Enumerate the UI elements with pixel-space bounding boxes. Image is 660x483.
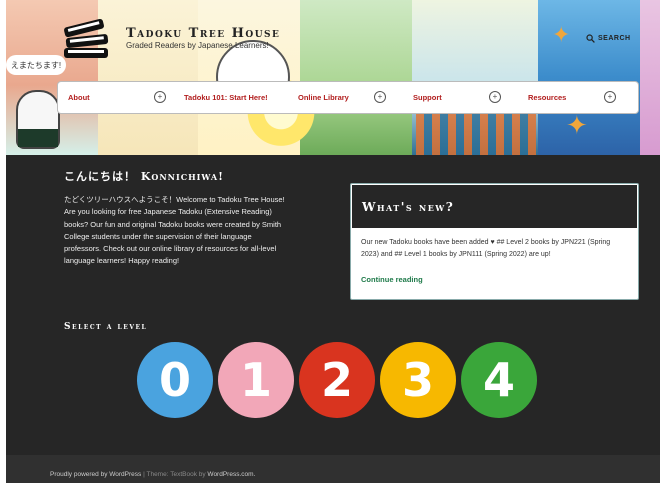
theme-credit: Theme: TextBook by: [146, 471, 208, 478]
intro-heading: こんにちは！ Konnichiwa!: [64, 170, 224, 183]
whats-new-title: What's new?: [362, 199, 455, 214]
level-1-button[interactable]: 1: [218, 342, 294, 418]
footer-credits: Proudly powered by WordPress | Theme: Te…: [50, 471, 256, 478]
powered-by-link[interactable]: Proudly powered by WordPress: [50, 471, 141, 478]
speech-bubble: えまたちます!: [6, 55, 66, 75]
wordpress-link[interactable]: WordPress.com: [207, 471, 253, 478]
level-0-button[interactable]: 0: [137, 342, 213, 418]
plus-icon[interactable]: +: [604, 91, 616, 103]
nav-item-support[interactable]: Support +: [403, 82, 518, 113]
search-label: SEARCH: [598, 35, 631, 42]
books-logo-icon[interactable]: [58, 14, 114, 64]
nav-item-about[interactable]: About +: [58, 82, 174, 113]
nav-item-resources[interactable]: Resources +: [518, 82, 636, 113]
level-4-button[interactable]: 4: [461, 342, 537, 418]
nav-item-tadoku-101[interactable]: Tadoku 101: Start Here!: [174, 82, 288, 113]
site-tagline: Graded Readers by Japanese Learners!: [126, 41, 269, 50]
header-banner: ✦ ✦ えまたちます! Tadoku Tree House Graded Rea…: [6, 0, 660, 155]
plus-icon[interactable]: +: [154, 91, 166, 103]
footer: [6, 455, 660, 483]
fish-icon: ✦: [552, 22, 571, 47]
whats-new-body: Our new Tadoku books have been added ♥ #…: [361, 239, 611, 258]
search-button[interactable]: SEARCH: [586, 34, 631, 43]
site-title[interactable]: Tadoku Tree House: [126, 26, 280, 41]
nav-item-online-library[interactable]: Online Library +: [288, 82, 403, 113]
onigiri-illustration: [16, 90, 60, 149]
main-nav: About + Tadoku 101: Start Here! Online L…: [57, 81, 639, 114]
search-icon: [586, 34, 595, 43]
whats-new-header: What's new?: [352, 185, 637, 228]
plus-icon[interactable]: +: [489, 91, 501, 103]
level-2-button[interactable]: 2: [299, 342, 375, 418]
level-selector: 0 1 2 3 4: [137, 342, 537, 418]
plus-icon[interactable]: +: [374, 91, 386, 103]
level-3-button[interactable]: 3: [380, 342, 456, 418]
select-level-heading: Select a level: [64, 322, 148, 332]
fish-icon: ✦: [566, 110, 588, 140]
continue-reading-link[interactable]: Continue reading: [361, 275, 423, 284]
page: ✦ ✦ えまたちます! Tadoku Tree House Graded Rea…: [6, 0, 660, 483]
intro-text: たどくツリーハウスへようこそ！Welcome to Tadoku Tree Ho…: [64, 195, 285, 266]
whats-new-widget: What's new? Our new Tadoku books have be…: [350, 183, 639, 300]
